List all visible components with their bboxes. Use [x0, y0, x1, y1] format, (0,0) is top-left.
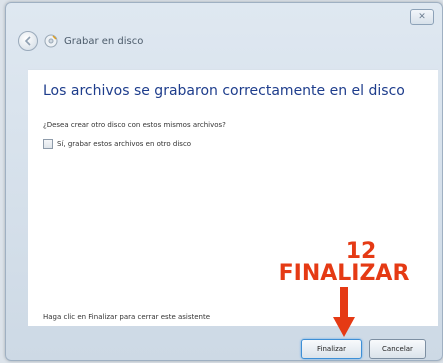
wizard-header: Grabar en disco [18, 31, 143, 51]
close-button[interactable]: ✕ [410, 9, 434, 25]
finish-button-label: Finalizar [317, 345, 346, 353]
back-button[interactable] [18, 31, 38, 51]
burn-disc-wizard-window: ✕ Grabar en disco Los archivos se grabar… [5, 2, 443, 361]
finish-button[interactable]: Finalizar [301, 339, 362, 359]
disc-icon [44, 34, 58, 48]
page-title: Los archivos se grabaron correctamente e… [43, 83, 405, 99]
down-arrow-icon [333, 287, 355, 337]
cancel-button-label: Cancelar [382, 345, 413, 353]
step-label-annotation: FINALIZAR [278, 261, 410, 286]
question-text: ¿Desea crear otro disco con estos mismos… [43, 121, 226, 129]
burn-again-checkbox[interactable] [43, 139, 53, 149]
close-icon: ✕ [418, 12, 426, 22]
back-arrow-icon [24, 36, 31, 46]
wizard-content: Los archivos se grabaron correctamente e… [28, 69, 438, 326]
burn-again-option[interactable]: Sí, grabar estos archivos en otro disco [43, 139, 191, 149]
cancel-button[interactable]: Cancelar [369, 339, 426, 359]
burn-again-label: Sí, grabar estos archivos en otro disco [57, 140, 192, 148]
window-title: Grabar en disco [64, 35, 144, 47]
finish-hint: Haga clic en Finalizar para cerrar este … [43, 313, 211, 321]
